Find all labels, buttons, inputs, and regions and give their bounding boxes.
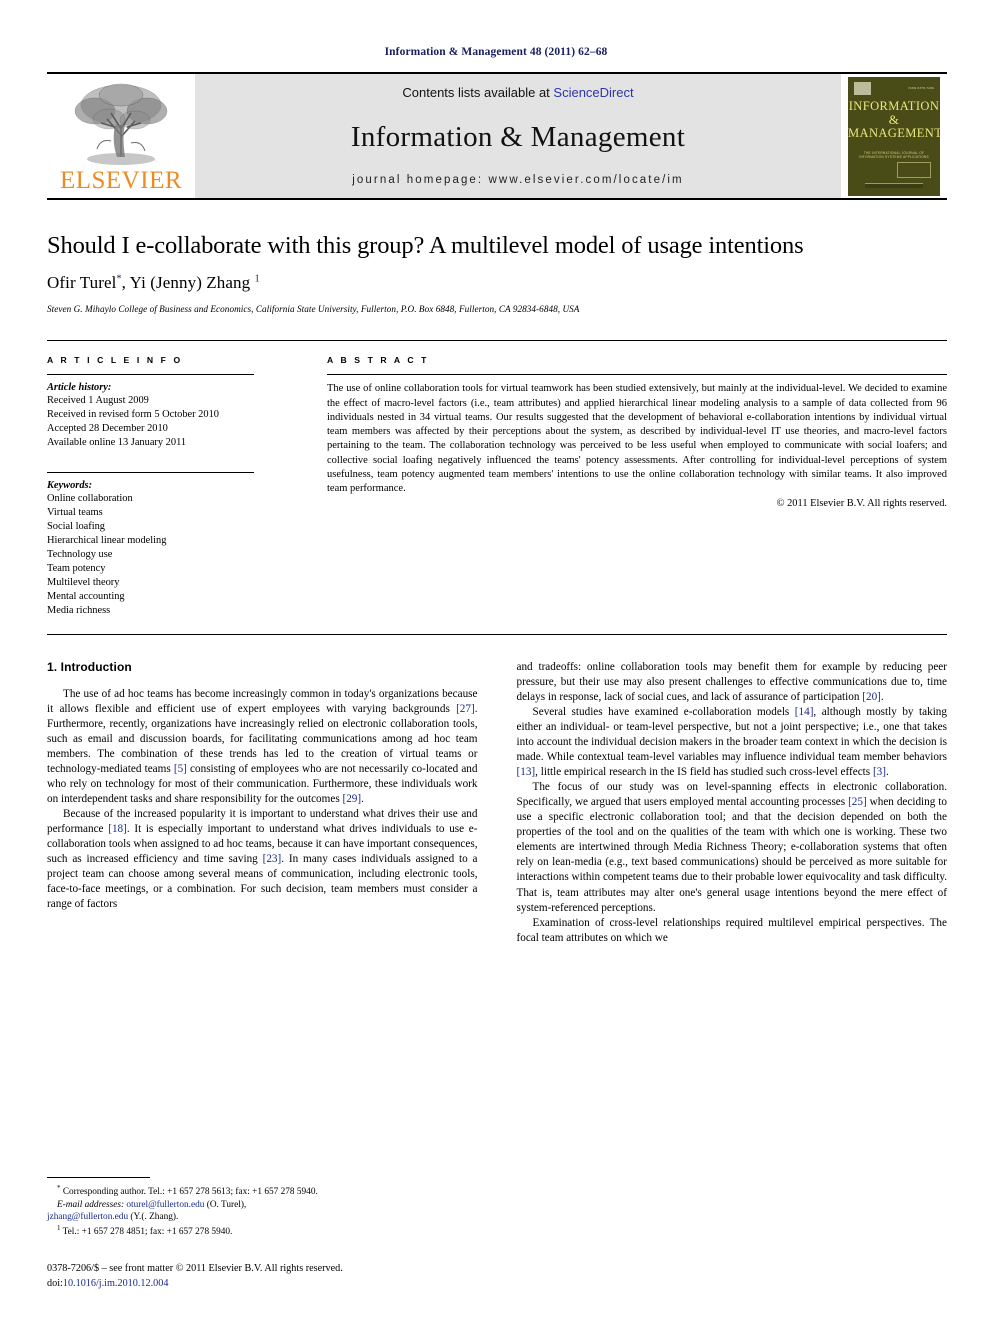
footnote-block: * Corresponding author. Tel.: +1 657 278… bbox=[47, 1176, 467, 1239]
footnote-email-line-1: E-mail addresses: oturel@fullerton.edu (… bbox=[47, 1199, 467, 1212]
keyword-item: Technology use bbox=[47, 548, 113, 560]
masthead-center: Contents lists available at ScienceDirec… bbox=[195, 74, 841, 198]
left-column: 1. Introduction The use of ad hoc teams … bbox=[47, 660, 478, 1220]
paragraph: Examination of cross-level relationships… bbox=[516, 916, 948, 944]
elsevier-logo: ELSEVIER bbox=[47, 74, 195, 198]
abstract-text: The use of online collaboration tools fo… bbox=[327, 383, 947, 494]
author-2: , Yi (Jenny) Zhang bbox=[121, 273, 255, 293]
imprint-block: 0378-7206/$ – see front matter © 2011 El… bbox=[47, 1262, 477, 1291]
cover-title: INFORMATION & MANAGEMENT bbox=[848, 99, 940, 140]
journal-homepage-line[interactable]: journal homepage: www.elsevier.com/locat… bbox=[352, 174, 683, 186]
right-column: and tradeoffs: online collaboration tool… bbox=[517, 660, 948, 1220]
copyright-line: © 2011 Elsevier B.V. All rights reserved… bbox=[776, 498, 947, 510]
journal-masthead: ELSEVIER Contents lists available at Sci… bbox=[47, 72, 947, 200]
cover-elsevier-mini-icon bbox=[854, 81, 871, 95]
cover-footer-bar bbox=[865, 182, 923, 188]
email-link-zhang[interactable]: jzhang@fullerton.edu bbox=[47, 1212, 128, 1222]
article-info-column: A R T I C L E I N F O Article history: R… bbox=[47, 355, 284, 617]
email-owner-zhang: (Y.(. Zhang). bbox=[128, 1212, 179, 1223]
footnote-second-author-text: Tel.: +1 657 278 4851; fax: +1 657 278 5… bbox=[62, 1227, 233, 1238]
keyword-item: Hierarchical linear modeling bbox=[47, 534, 167, 546]
author-1: Ofir Turel bbox=[47, 273, 117, 293]
history-item: Received 1 August 2009 bbox=[47, 395, 149, 407]
cover-topbar: ISSN 0378-7206 bbox=[854, 81, 934, 95]
issn-front-matter-line: 0378-7206/$ – see front matter © 2011 El… bbox=[47, 1263, 343, 1275]
contents-prefix: Contents lists available at bbox=[402, 85, 554, 100]
footnote-corresponding-text: Corresponding author. Tel.: +1 657 278 5… bbox=[62, 1186, 318, 1197]
keyword-item: Media richness bbox=[47, 604, 111, 616]
keyword-item: Mental accounting bbox=[47, 590, 125, 602]
author-list: Ofir Turel*, Yi (Jenny) Zhang 1 bbox=[47, 273, 945, 293]
abstract-column: A B S T R A C T The use of online collab… bbox=[284, 355, 947, 617]
history-item: Accepted 28 December 2010 bbox=[47, 423, 168, 435]
cover-image: ISSN 0378-7206 INFORMATION & MANAGEMENT … bbox=[848, 76, 940, 196]
keyword-item: Social loafing bbox=[47, 520, 106, 532]
history-item: Received in revised form 5 October 2010 bbox=[47, 409, 219, 421]
keywords-title: Keywords: bbox=[47, 479, 93, 491]
cover-line1: INFORMATION bbox=[848, 98, 940, 113]
email-owner-turel: (O. Turel), bbox=[204, 1199, 247, 1210]
paragraph: The focus of our study was on level-span… bbox=[516, 781, 948, 914]
keyword-item: Virtual teams bbox=[47, 506, 103, 518]
doi-line: doi:10.1016/j.im.2010.12.004 bbox=[47, 1277, 477, 1291]
history-item: Available online 13 January 2011 bbox=[47, 436, 187, 448]
page-title: Should I e-collaborate with this group? … bbox=[47, 232, 804, 259]
sciencedirect-link[interactable]: ScienceDirect bbox=[553, 85, 633, 100]
paragraph: Several studies have examined e-collabor… bbox=[516, 705, 948, 779]
footnote-star-marker: * bbox=[57, 1183, 61, 1192]
info-abstract-band: A R T I C L E I N F O Article history: R… bbox=[47, 340, 947, 635]
running-head: Information & Management 48 (2011) 62–68 bbox=[384, 46, 608, 58]
footnote-rule bbox=[47, 1176, 150, 1178]
journal-cover-thumbnail: ISSN 0378-7206 INFORMATION & MANAGEMENT … bbox=[841, 74, 947, 198]
abstract-label: A B S T R A C T bbox=[327, 355, 430, 366]
contents-available-line: Contents lists available at ScienceDirec… bbox=[402, 85, 633, 100]
abstract-rule bbox=[327, 374, 947, 376]
doi-label: doi: bbox=[47, 1277, 63, 1289]
paragraph: and tradeoffs: online collaboration tool… bbox=[516, 660, 948, 703]
elsevier-wordmark: ELSEVIER bbox=[59, 167, 183, 194]
paper-page: Information & Management 48 (2011) 62–68 bbox=[0, 0, 992, 1323]
article-info-label: A R T I C L E I N F O bbox=[47, 355, 183, 366]
paragraph: Because of the increased popularity it i… bbox=[47, 808, 478, 911]
keywords-rule bbox=[47, 471, 254, 473]
keyword-item: Team potency bbox=[47, 562, 106, 574]
cover-ampersand: & bbox=[888, 111, 900, 127]
affiliation: Steven G. Mihaylo College of Business an… bbox=[47, 304, 580, 315]
title-block: Should I e-collaborate with this group? … bbox=[47, 232, 945, 314]
author-footnote-marker: 1 bbox=[254, 273, 260, 285]
cover-line2: MANAGEMENT bbox=[848, 125, 940, 140]
keyword-item: Online collaboration bbox=[47, 492, 133, 504]
footnote-second-author: 1 Tel.: +1 657 278 4851; fax: +1 657 278… bbox=[47, 1224, 467, 1239]
cover-subtitle: THE INTERNATIONAL JOURNAL OF INFORMATION… bbox=[859, 150, 929, 159]
cover-issn-text: ISSN 0378-7206 bbox=[908, 86, 934, 90]
keywords-block: Keywords: Online collaboration Virtual t… bbox=[47, 471, 254, 618]
elsevier-tree-icon bbox=[74, 83, 168, 165]
keyword-item: Multilevel theory bbox=[47, 576, 120, 588]
footnote-email-line-2: jzhang@fullerton.edu (Y.(. Zhang). bbox=[47, 1211, 467, 1224]
article-info-rule bbox=[47, 374, 254, 376]
footnote-corresponding-author: * Corresponding author. Tel.: +1 657 278… bbox=[47, 1184, 467, 1199]
doi-link[interactable]: 10.1016/j.im.2010.12.004 bbox=[63, 1278, 169, 1289]
article-history-title: Article history: bbox=[47, 382, 112, 394]
footnote-one-marker: 1 bbox=[57, 1224, 61, 1233]
paragraph: The use of ad hoc teams has become incre… bbox=[47, 687, 478, 806]
section-heading-introduction: 1. Introduction bbox=[47, 659, 132, 674]
cover-graphic-mark bbox=[897, 161, 931, 178]
body-columns: 1. Introduction The use of ad hoc teams … bbox=[47, 660, 947, 1220]
email-addresses-label: E-mail addresses: bbox=[57, 1199, 125, 1210]
email-link-turel[interactable]: oturel@fullerton.edu bbox=[126, 1200, 204, 1210]
journal-title: Information & Management bbox=[350, 120, 686, 153]
